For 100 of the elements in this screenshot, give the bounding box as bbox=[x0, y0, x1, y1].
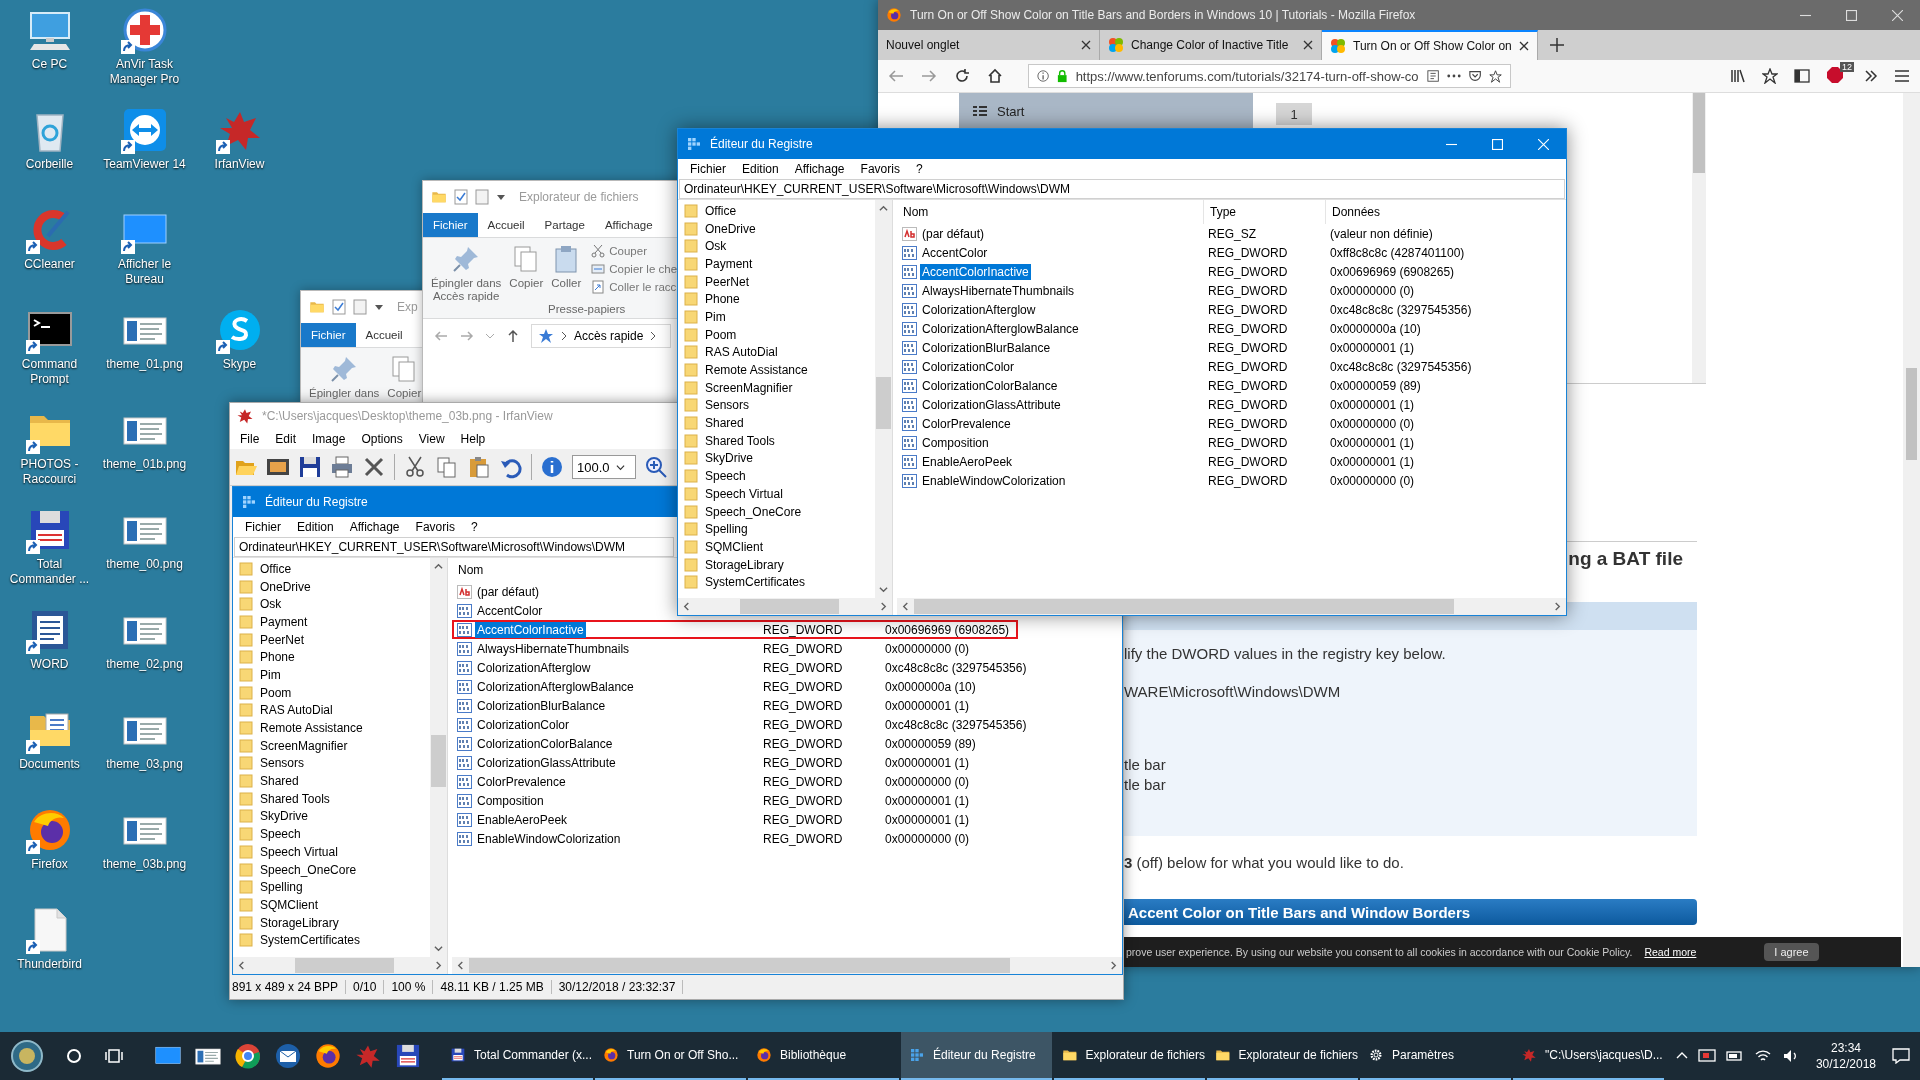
menu-item[interactable]: Fichier bbox=[682, 162, 734, 176]
value-name[interactable]: AccentColor bbox=[920, 244, 990, 261]
back-arrow-icon[interactable] bbox=[888, 68, 904, 84]
scrollbar-thumb[interactable] bbox=[431, 735, 446, 788]
desktop-icon-label[interactable]: Documents bbox=[4, 757, 95, 772]
desktop-icon-label[interactable]: Afficher le Bureau bbox=[99, 257, 190, 287]
value-name[interactable]: ColorizationAfterglowBalance bbox=[920, 320, 1081, 337]
close-icon[interactable] bbox=[1081, 40, 1091, 50]
tree-item[interactable]: Speech_OneCore bbox=[233, 860, 430, 879]
taskbar-app-button[interactable]: Explorateur de fichiers bbox=[1207, 1032, 1358, 1080]
desktop-icon-label[interactable]: Ce PC bbox=[4, 57, 95, 72]
value-name[interactable]: AccentColor bbox=[475, 602, 545, 619]
menu-item[interactable]: Favoris bbox=[852, 162, 908, 176]
bookmark-star-icon[interactable] bbox=[1488, 68, 1502, 84]
tree-item[interactable]: Shared Tools bbox=[678, 431, 875, 450]
menu-item[interactable]: Image bbox=[304, 432, 354, 446]
download-star-icon[interactable] bbox=[1762, 68, 1778, 84]
ribbon-button[interactable]: Coller bbox=[549, 244, 584, 290]
desktop-icon-label[interactable]: IrfanView bbox=[194, 157, 285, 172]
ribbon-tab[interactable]: Affichage bbox=[594, 213, 663, 237]
chevron-icon[interactable] bbox=[682, 602, 691, 611]
info-icon[interactable] bbox=[1037, 69, 1050, 83]
tree-item[interactable]: Poom bbox=[678, 325, 875, 344]
tree-item[interactable]: Shared bbox=[678, 414, 875, 432]
tree-item[interactable]: SystemCertificates bbox=[233, 931, 430, 950]
tree-item[interactable]: SystemCertificates bbox=[678, 573, 875, 592]
desktop-icon-label[interactable]: Skype bbox=[194, 357, 285, 372]
chevron-icon[interactable] bbox=[456, 961, 465, 970]
url-field[interactable]: https://www.tenforums.com/tutorials/32174-turn-off-show-co bbox=[1028, 64, 1511, 88]
value-name[interactable]: EnableWindowColorization bbox=[920, 472, 1068, 489]
desktop-icon-label[interactable]: WORD bbox=[4, 657, 95, 672]
menu-item[interactable]: Affichage bbox=[341, 520, 408, 534]
monitor-icon[interactable] bbox=[1697, 1048, 1716, 1064]
value-name[interactable]: Composition bbox=[475, 792, 546, 809]
stop-sign-icon[interactable] bbox=[1826, 66, 1844, 84]
reader-view-icon[interactable] bbox=[1426, 69, 1439, 83]
menu-item[interactable]: Edition bbox=[734, 162, 787, 176]
desktop-icon-label[interactable]: Firefox bbox=[4, 857, 95, 872]
tree-item[interactable]: Shared Tools bbox=[233, 789, 430, 808]
breadcrumb[interactable]: Accès rapide bbox=[574, 329, 644, 343]
tree-item[interactable]: Remote Assistance bbox=[678, 361, 875, 379]
new-tab-icon[interactable] bbox=[1550, 38, 1564, 52]
properties-icon[interactable] bbox=[454, 189, 468, 205]
menu-icon[interactable] bbox=[1894, 69, 1910, 83]
tree-item[interactable]: Remote Assistance bbox=[233, 719, 430, 737]
value-name[interactable]: ColorizationGlassAttribute bbox=[920, 396, 1063, 413]
value-name[interactable]: EnableAeroPeek bbox=[475, 811, 570, 828]
menu-item[interactable]: Options bbox=[353, 432, 411, 446]
horizontal-scrollbar[interactable] bbox=[678, 598, 892, 615]
menu-item[interactable]: Fichier bbox=[237, 520, 289, 534]
value-name[interactable]: EnableWindowColorization bbox=[475, 830, 623, 847]
address-field[interactable]: Ordinateur\HKEY_CURRENT_USER\Software\Microsoft\Windows\DWM bbox=[679, 179, 1565, 199]
tree-item[interactable]: Sensors bbox=[678, 396, 875, 415]
value-name[interactable]: ColorizationAfterglow bbox=[475, 659, 593, 676]
value-name[interactable]: AlwaysHibernateThumbnails bbox=[475, 640, 632, 657]
tree-item[interactable]: Payment bbox=[233, 613, 430, 631]
scrollbar-thumb[interactable] bbox=[914, 599, 1454, 614]
desktop-icon-label[interactable]: Command Prompt bbox=[4, 357, 95, 387]
browser-tab[interactable]: Turn On or Off Show Color on bbox=[1322, 30, 1538, 60]
chevron-icon[interactable] bbox=[1109, 961, 1118, 970]
tree-item[interactable]: Payment bbox=[678, 255, 875, 273]
chevron-icon[interactable] bbox=[1553, 602, 1562, 611]
desktop-icon-label[interactable]: AnVir Task Manager Pro bbox=[99, 57, 190, 87]
tree-item[interactable]: Speech Virtual bbox=[678, 485, 875, 503]
tree-item[interactable]: Speech bbox=[233, 825, 430, 843]
value-name[interactable]: (par défaut) bbox=[475, 583, 542, 600]
tree-item[interactable]: PeerNet bbox=[233, 630, 430, 649]
tree-item[interactable]: Speech_OneCore bbox=[678, 502, 875, 521]
chevron-icon[interactable] bbox=[434, 562, 443, 571]
tree-item[interactable]: Shared bbox=[233, 772, 430, 790]
dropdown-caret-icon[interactable] bbox=[496, 192, 506, 202]
desktop-icon-label[interactable]: PHOTOS - Raccourci bbox=[4, 457, 95, 487]
library-icon[interactable] bbox=[1730, 68, 1746, 84]
tree-item[interactable]: OneDrive bbox=[233, 577, 430, 596]
menu-item[interactable]: View bbox=[410, 432, 453, 446]
scrollbar-thumb[interactable] bbox=[740, 599, 839, 614]
desktop-icon-label[interactable]: theme_01b.png bbox=[99, 457, 190, 472]
column-header[interactable]: Type bbox=[1204, 200, 1326, 224]
tree-item[interactable]: Spelling bbox=[678, 520, 875, 539]
menu-item[interactable]: Help bbox=[452, 432, 494, 446]
value-name[interactable]: ColorizationBlurBalance bbox=[475, 697, 608, 714]
ribbon-tab[interactable]: Fichier bbox=[301, 323, 356, 347]
ribbon-button[interactable]: Copier bbox=[385, 354, 424, 400]
battery-icon[interactable] bbox=[1725, 1048, 1744, 1064]
tree-item[interactable]: StorageLibrary bbox=[678, 555, 875, 574]
tree-item[interactable]: Speech bbox=[678, 467, 875, 485]
address-field[interactable]: Accès rapide bbox=[531, 324, 671, 348]
vertical-scrollbar[interactable] bbox=[1692, 93, 1706, 383]
taskbar-app-button[interactable]: Bibliothèque bbox=[748, 1032, 899, 1080]
desktop-icon-label[interactable]: Thunderbird bbox=[4, 957, 95, 972]
pocket-icon[interactable] bbox=[1468, 69, 1481, 83]
desktop-icon-label[interactable]: Total Commander ... bbox=[4, 557, 95, 587]
column-header[interactable]: Données bbox=[1326, 200, 1566, 224]
tree-item[interactable]: Phone bbox=[678, 290, 875, 309]
ribbon-tab[interactable]: Accueil bbox=[477, 213, 535, 237]
close-icon[interactable] bbox=[1303, 40, 1313, 50]
value-name[interactable]: ColorizationGlassAttribute bbox=[475, 754, 618, 771]
column-header[interactable]: Nom bbox=[452, 558, 672, 582]
notification-icon[interactable] bbox=[1892, 1048, 1910, 1064]
value-name[interactable]: ColorizationColor bbox=[920, 358, 1017, 375]
